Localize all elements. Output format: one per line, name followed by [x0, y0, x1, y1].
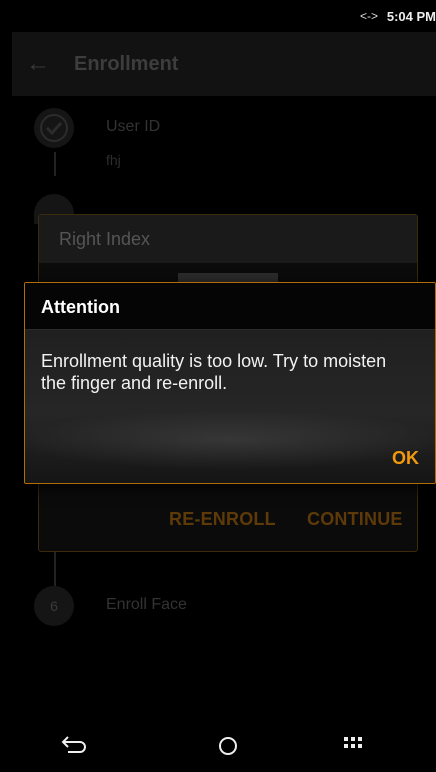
continue-button[interactable]: CONTINUE	[307, 509, 403, 530]
back-arrow-icon[interactable]: ←	[26, 50, 50, 78]
network-icon: <->	[359, 9, 378, 23]
ok-button[interactable]: OK	[392, 448, 419, 469]
step-circle-6: 6	[34, 586, 74, 626]
dialog-header: Attention	[25, 283, 435, 330]
dialog-body: Enrollment quality is too low. Try to mo…	[25, 330, 435, 483]
dialog-message: Enrollment quality is too low. Try to mo…	[41, 351, 387, 393]
step-label-enroll-face: Enroll Face	[106, 596, 187, 613]
step-value-user-id: fhj	[106, 152, 121, 168]
app-bar: ← Enrollment	[12, 32, 436, 96]
check-icon	[40, 114, 68, 142]
app-screen: <-> 5:04 PM ← Enrollment User ID fhj 6 E…	[12, 0, 436, 772]
card-title-bar: Right Index	[39, 215, 417, 263]
dialog-title: Attention	[41, 297, 120, 317]
status-bar: <-> 5:04 PM	[12, 0, 436, 32]
page-title: Enrollment	[74, 53, 179, 75]
card-title: Right Index	[59, 229, 151, 249]
nav-home-icon[interactable]	[219, 737, 237, 755]
status-time: 5:04 PM	[386, 9, 436, 24]
step-connector	[54, 152, 56, 176]
step-check-circle	[34, 108, 74, 148]
nav-recents-icon[interactable]	[344, 737, 362, 751]
step-connector	[54, 552, 56, 586]
re-enroll-button[interactable]: RE-ENROLL	[169, 509, 276, 530]
attention-dialog: Attention Enrollment quality is too low.…	[24, 282, 436, 484]
dialog-glow	[25, 410, 435, 470]
step-label-user-id: User ID	[106, 118, 161, 135]
nav-back-icon[interactable]	[60, 732, 88, 756]
navigation-bar	[12, 720, 436, 772]
